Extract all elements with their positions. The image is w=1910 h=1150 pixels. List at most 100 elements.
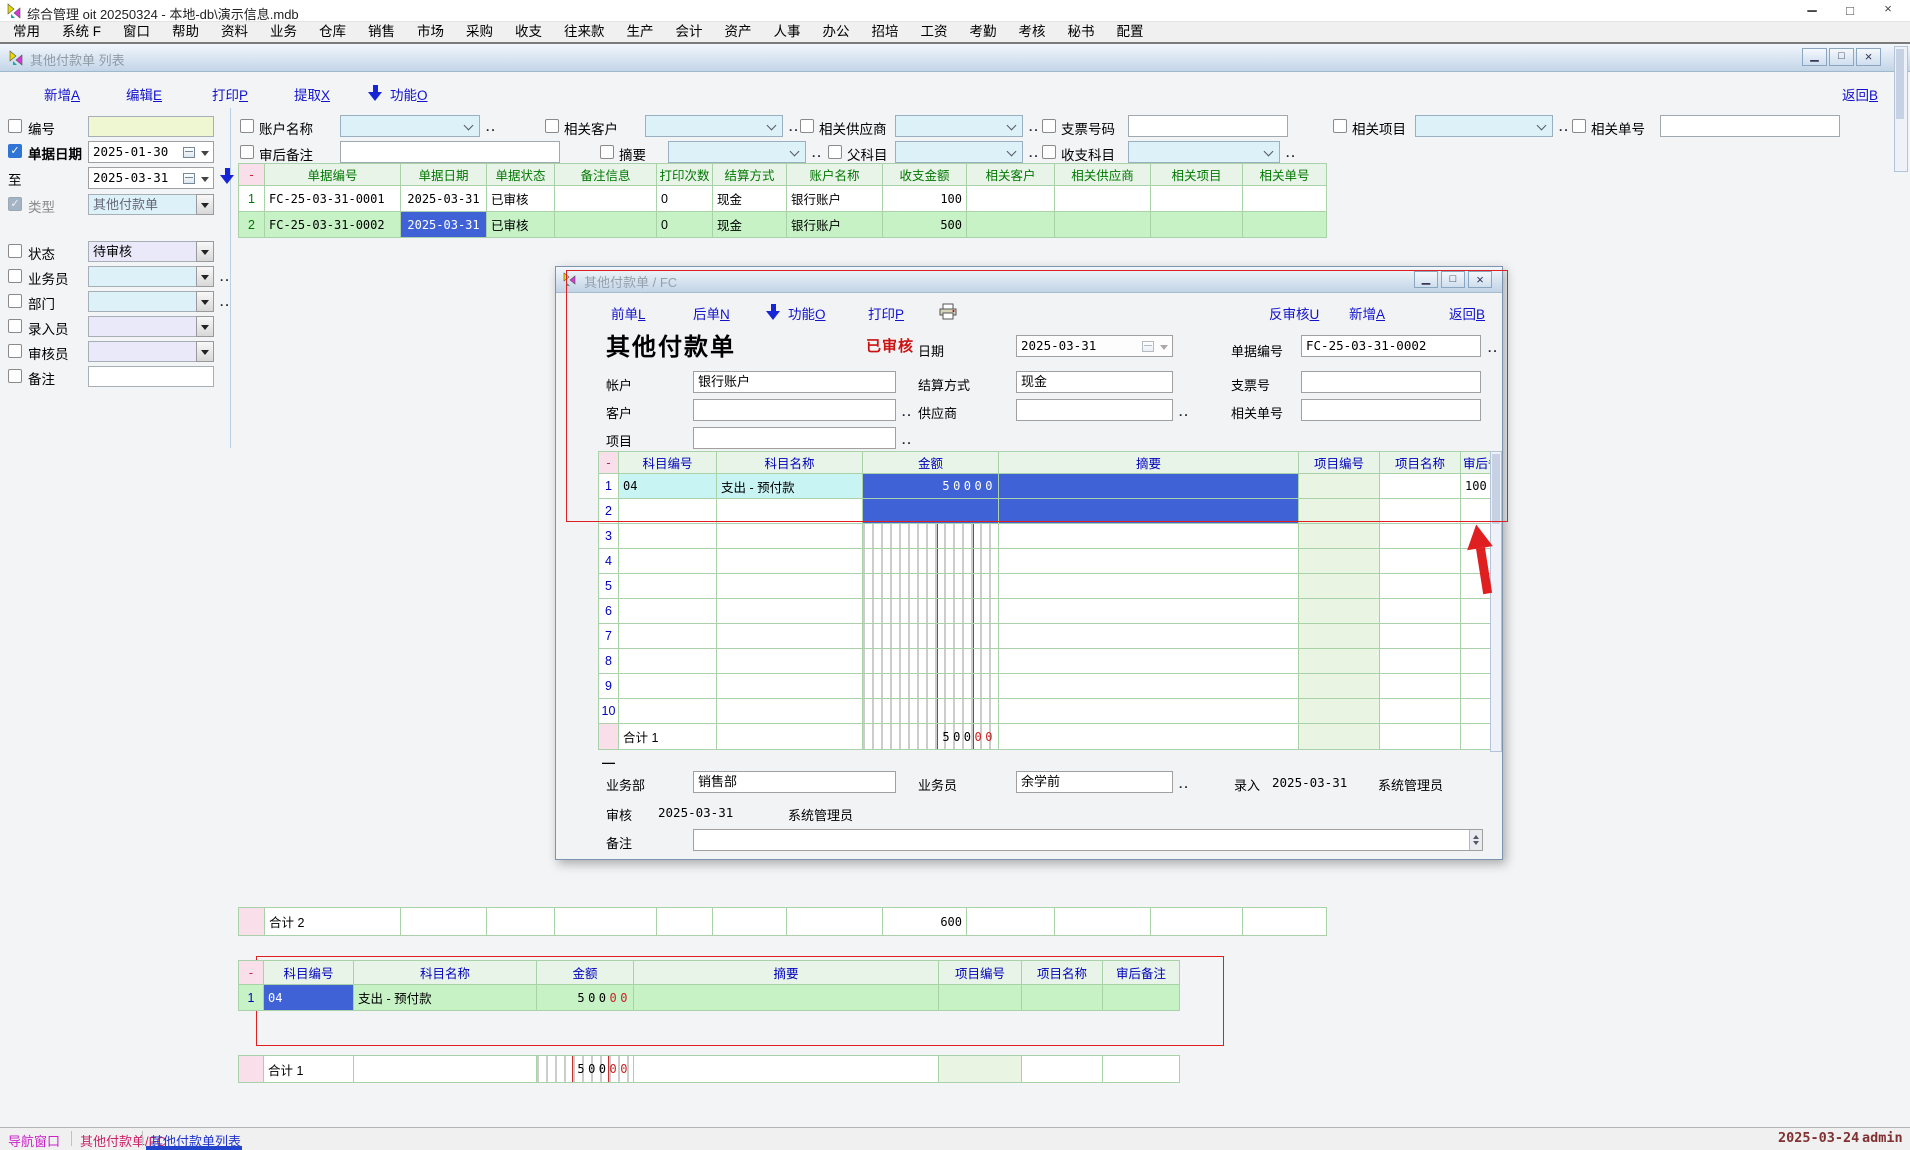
grid-scrollbar[interactable]: [1490, 451, 1502, 752]
cell[interactable]: [717, 549, 863, 574]
cell[interactable]: [1299, 524, 1380, 549]
cell[interactable]: [1103, 985, 1180, 1011]
cell[interactable]: [1299, 624, 1380, 649]
cell[interactable]: 8: [599, 649, 619, 674]
column-header[interactable]: 摘要: [634, 961, 939, 985]
close-icon[interactable]: [1468, 271, 1492, 288]
cell[interactable]: [863, 549, 999, 574]
cell[interactable]: [1461, 574, 1491, 599]
cell[interactable]: [999, 599, 1299, 624]
cell[interactable]: [1299, 549, 1380, 574]
chevron-down-icon[interactable]: [201, 151, 209, 160]
parent-subject-select[interactable]: [895, 141, 1023, 163]
close-icon[interactable]: [1870, 1, 1906, 23]
rel-customer-checkbox[interactable]: [545, 119, 559, 133]
date-input[interactable]: 2025-03-31: [1016, 335, 1173, 357]
cell[interactable]: 已审核: [487, 186, 555, 212]
cell[interactable]: [717, 674, 863, 699]
column-header[interactable]: 摘要: [999, 452, 1299, 474]
minimize-icon[interactable]: [1794, 0, 1830, 20]
column-header[interactable]: 账户名称: [787, 164, 883, 186]
column-header[interactable]: 打印次数: [657, 164, 713, 186]
column-header[interactable]: 单据编号: [265, 164, 401, 186]
entry-user-dropdown-button[interactable]: [196, 316, 214, 337]
cell[interactable]: [354, 1056, 537, 1083]
cell[interactable]: [487, 908, 555, 936]
column-header[interactable]: 科目名称: [354, 961, 537, 985]
auditor-select[interactable]: [88, 341, 197, 362]
cell[interactable]: [863, 699, 999, 724]
menu-item[interactable]: 收支: [504, 22, 553, 42]
scrollbar-vertical[interactable]: [1894, 46, 1908, 172]
cell[interactable]: [1461, 599, 1491, 624]
cell[interactable]: [717, 524, 863, 549]
cell[interactable]: [1299, 724, 1380, 750]
column-header[interactable]: 单据状态: [487, 164, 555, 186]
dept-more-button[interactable]: ..: [220, 295, 231, 309]
calendar-icon[interactable]: [183, 147, 195, 158]
agent-select[interactable]: [88, 266, 197, 287]
next-doc-button[interactable]: 后单N: [693, 303, 730, 323]
cell[interactable]: [717, 724, 863, 750]
cell[interactable]: 7: [599, 624, 619, 649]
rel-project-more-button[interactable]: ..: [1559, 120, 1570, 134]
cell[interactable]: 100: [883, 186, 967, 212]
rel-supplier-checkbox[interactable]: [800, 119, 814, 133]
column-header[interactable]: 收支金额: [883, 164, 967, 186]
cell[interactable]: [863, 574, 999, 599]
column-header[interactable]: 科目名称: [717, 452, 863, 474]
cell[interactable]: [1380, 549, 1461, 574]
agent-dropdown-button[interactable]: [196, 266, 214, 287]
grid-row[interactable]: 104支出 - 预付款50000: [239, 985, 1180, 1011]
menu-item[interactable]: 考核: [1008, 22, 1057, 42]
cell[interactable]: [1022, 1056, 1103, 1083]
column-header[interactable]: 科目编号: [264, 961, 354, 985]
cell[interactable]: [619, 624, 717, 649]
cell[interactable]: [863, 599, 999, 624]
cell[interactable]: [1151, 212, 1243, 238]
unaudit-button[interactable]: 反审核U: [1269, 303, 1319, 323]
cell[interactable]: [619, 674, 717, 699]
summary-select[interactable]: [668, 141, 806, 163]
cell[interactable]: [1380, 624, 1461, 649]
grid-row[interactable]: 9: [599, 674, 1491, 699]
cell[interactable]: [555, 908, 657, 936]
cell[interactable]: [717, 599, 863, 624]
cell[interactable]: [1151, 186, 1243, 212]
cell[interactable]: [863, 524, 999, 549]
column-header[interactable]: 项目编号: [939, 961, 1022, 985]
cell[interactable]: 3: [599, 524, 619, 549]
cell[interactable]: [717, 649, 863, 674]
cell[interactable]: [1055, 186, 1151, 212]
cell[interactable]: 支出 - 预付款: [354, 985, 537, 1011]
cell[interactable]: [634, 985, 939, 1011]
cell[interactable]: [239, 1056, 264, 1083]
menu-item[interactable]: 业务: [259, 22, 308, 42]
auditor-dropdown-button[interactable]: [196, 341, 214, 362]
cell[interactable]: [619, 524, 717, 549]
minimize-icon[interactable]: [1414, 271, 1438, 288]
cell[interactable]: [619, 499, 717, 524]
cell[interactable]: 4: [599, 549, 619, 574]
account-select[interactable]: [340, 115, 480, 137]
cell[interactable]: [239, 908, 265, 936]
column-header[interactable]: 审后备注: [1103, 961, 1180, 985]
menu-item[interactable]: 会计: [665, 22, 714, 42]
rel-doc-input[interactable]: [1301, 399, 1481, 421]
column-header[interactable]: 审后备注: [1461, 452, 1491, 474]
customer-more-button[interactable]: ..: [902, 405, 913, 419]
column-header[interactable]: 相关供应商: [1055, 164, 1151, 186]
status-select[interactable]: 待审核: [88, 241, 197, 262]
cell[interactable]: [1299, 674, 1380, 699]
menu-item[interactable]: 仓库: [308, 22, 357, 42]
cell[interactable]: 5: [599, 574, 619, 599]
rel-doc-checkbox[interactable]: [1572, 119, 1586, 133]
new-button[interactable]: 新增A: [1349, 303, 1385, 323]
cheque-no-checkbox[interactable]: [1042, 119, 1056, 133]
scrollbar-thumb[interactable]: [1492, 454, 1500, 524]
function-menu-button[interactable]: 功能O: [788, 303, 826, 323]
rel-project-select[interactable]: [1415, 115, 1553, 137]
customer-input[interactable]: [693, 399, 896, 421]
cell[interactable]: [1299, 474, 1380, 499]
entry-user-select[interactable]: [88, 316, 197, 337]
